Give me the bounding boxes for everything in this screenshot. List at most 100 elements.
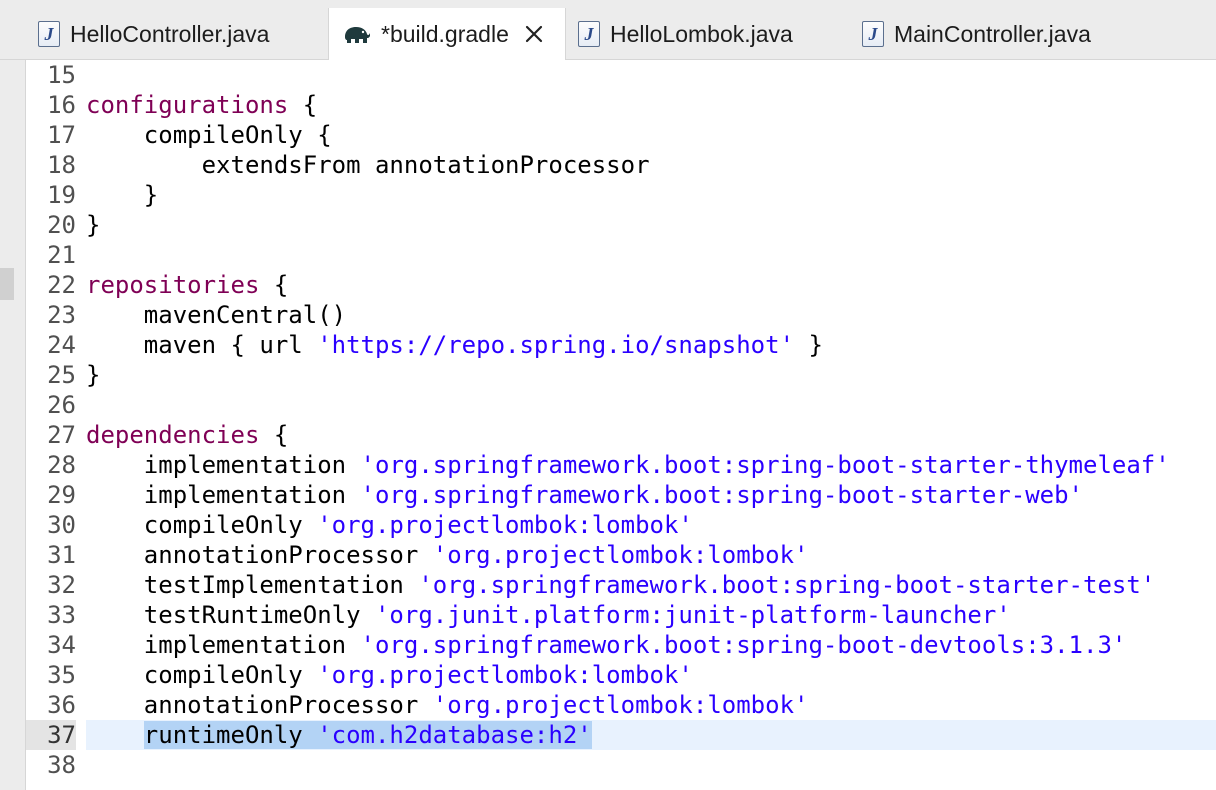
code-area[interactable]: }: [86, 180, 1216, 210]
code-text: runtimeOnly 'com.h2database:h2': [86, 720, 592, 750]
code-token: mavenCentral(): [86, 301, 347, 329]
code-editor[interactable]: 15 16 configurations {17 compileOnly {18 e…: [26, 60, 1216, 790]
code-line[interactable]: 26: [26, 390, 1216, 420]
tab-label: MainController.java: [894, 20, 1091, 47]
code-line[interactable]: 23 mavenCentral(): [26, 300, 1216, 330]
code-area[interactable]: extendsFrom annotationProcessor: [86, 150, 1216, 180]
code-line[interactable]: 38: [26, 750, 1216, 780]
code-area[interactable]: [86, 390, 1216, 420]
code-line[interactable]: 18 extendsFrom annotationProcessor: [26, 150, 1216, 180]
java-file-icon: J: [578, 21, 600, 47]
code-line[interactable]: 20}: [26, 210, 1216, 240]
code-text: implementation 'org.springframework.boot…: [86, 630, 1127, 660]
code-token: compileOnly: [86, 511, 318, 539]
code-line[interactable]: 31 annotationProcessor 'org.projectlombo…: [26, 540, 1216, 570]
code-line[interactable]: 32 testImplementation 'org.springframewo…: [26, 570, 1216, 600]
code-area[interactable]: configurations {: [86, 90, 1216, 120]
line-number: 15: [47, 61, 76, 89]
tab-main-controller[interactable]: J MainController.java: [850, 8, 1140, 60]
code-token: {: [259, 271, 289, 299]
code-line[interactable]: 29 implementation 'org.springframework.b…: [26, 480, 1216, 510]
code-area[interactable]: testImplementation 'org.springframework.…: [86, 570, 1216, 600]
code-token: {: [259, 421, 289, 449]
line-number: 32: [47, 571, 76, 599]
code-area[interactable]: testRuntimeOnly 'org.junit.platform:juni…: [86, 600, 1216, 630]
tab-hello-lombok[interactable]: J HelloLombok.java: [566, 8, 846, 60]
code-area[interactable]: runtimeOnly 'com.h2database:h2': [86, 720, 1216, 750]
line-number: 16: [47, 91, 76, 119]
code-text: extendsFrom annotationProcessor: [86, 150, 650, 180]
code-line[interactable]: 17 compileOnly {: [26, 120, 1216, 150]
code-token: extendsFrom annotationProcessor: [86, 151, 650, 179]
code-token: compileOnly {: [86, 121, 332, 149]
line-number: 26: [47, 391, 76, 419]
string-token: 'com.h2database:h2': [317, 721, 592, 749]
line-number: 29: [47, 481, 76, 509]
string-token: 'org.springframework.boot:spring-boot-st…: [418, 571, 1156, 599]
code-token: implementation: [86, 481, 361, 509]
code-area[interactable]: annotationProcessor 'org.projectlombok:l…: [86, 690, 1216, 720]
line-number: 30: [47, 511, 76, 539]
tab-build-gradle[interactable]: *build.gradle: [328, 8, 566, 61]
code-line[interactable]: 25}: [26, 360, 1216, 390]
line-number: 34: [47, 631, 76, 659]
line-number: 28: [47, 451, 76, 479]
tab-hello-controller[interactable]: J HelloController.java: [26, 8, 328, 60]
string-token: 'org.springframework.boot:spring-boot-st…: [360, 451, 1170, 479]
code-text: compileOnly 'org.projectlombok:lombok': [86, 660, 693, 690]
code-line[interactable]: 16 configurations {: [26, 90, 1216, 120]
string-token: 'org.projectlombok:lombok': [432, 691, 809, 719]
editor-tab-bar: J HelloController.java *build.gradle J H…: [0, 0, 1216, 61]
code-line[interactable]: 30 compileOnly 'org.projectlombok:lombok…: [26, 510, 1216, 540]
code-line[interactable]: 33 testRuntimeOnly 'org.junit.platform:j…: [26, 600, 1216, 630]
code-area[interactable]: annotationProcessor 'org.projectlombok:l…: [86, 540, 1216, 570]
code-area[interactable]: mavenCentral(): [86, 300, 1216, 330]
code-area[interactable]: compileOnly 'org.projectlombok:lombok': [86, 660, 1216, 690]
code-line[interactable]: 22 repositories {: [26, 270, 1216, 300]
code-line[interactable]: 34 implementation 'org.springframework.b…: [26, 630, 1216, 660]
line-number: 35: [47, 661, 76, 689]
string-token: 'org.projectlombok:lombok': [432, 541, 809, 569]
code-area[interactable]: [86, 750, 1216, 780]
keyword-token: repositories: [86, 271, 260, 299]
code-area[interactable]: dependencies {: [86, 420, 1216, 450]
code-area[interactable]: }: [86, 210, 1216, 240]
code-line[interactable]: 21: [26, 240, 1216, 270]
code-line[interactable]: 28 implementation 'org.springframework.b…: [26, 450, 1216, 480]
line-number: 18: [47, 151, 76, 179]
code-area[interactable]: }: [86, 360, 1216, 390]
line-number: 22: [47, 271, 76, 299]
code-line[interactable]: 24 maven { url 'https://repo.spring.io/s…: [26, 330, 1216, 360]
line-number: 27: [47, 421, 76, 449]
code-text: annotationProcessor 'org.projectlombok:l…: [86, 540, 809, 570]
code-token: }: [86, 361, 101, 389]
code-token: testImplementation: [86, 571, 419, 599]
code-area[interactable]: [86, 60, 1216, 90]
code-area[interactable]: implementation 'org.springframework.boot…: [86, 480, 1216, 510]
left-panel-marker: [0, 268, 14, 300]
code-token: {: [288, 91, 318, 119]
line-number: 36: [47, 691, 76, 719]
tab-label: *build.gradle: [381, 20, 509, 47]
line-number: 20: [47, 211, 76, 239]
code-area[interactable]: compileOnly {: [86, 120, 1216, 150]
code-line[interactable]: 19 }: [26, 180, 1216, 210]
code-text: implementation 'org.springframework.boot…: [86, 480, 1083, 510]
line-number: 17: [47, 121, 76, 149]
code-line[interactable]: 36 annotationProcessor 'org.projectlombo…: [26, 690, 1216, 720]
code-token: testRuntimeOnly: [86, 601, 375, 629]
line-number: 31: [47, 541, 76, 569]
code-area[interactable]: compileOnly 'org.projectlombok:lombok': [86, 510, 1216, 540]
line-number: 24: [47, 331, 76, 359]
code-line[interactable]: 37 runtimeOnly 'com.h2database:h2': [26, 720, 1216, 750]
code-line[interactable]: 27 dependencies {: [26, 420, 1216, 450]
code-line[interactable]: 15: [26, 60, 1216, 90]
close-icon[interactable]: [523, 23, 545, 45]
code-area[interactable]: implementation 'org.springframework.boot…: [86, 630, 1216, 660]
code-token: annotationProcessor: [86, 691, 433, 719]
code-area[interactable]: [86, 240, 1216, 270]
code-line[interactable]: 35 compileOnly 'org.projectlombok:lombok…: [26, 660, 1216, 690]
code-area[interactable]: repositories {: [86, 270, 1216, 300]
code-area[interactable]: maven { url 'https://repo.spring.io/snap…: [86, 330, 1216, 360]
code-area[interactable]: implementation 'org.springframework.boot…: [86, 450, 1216, 480]
